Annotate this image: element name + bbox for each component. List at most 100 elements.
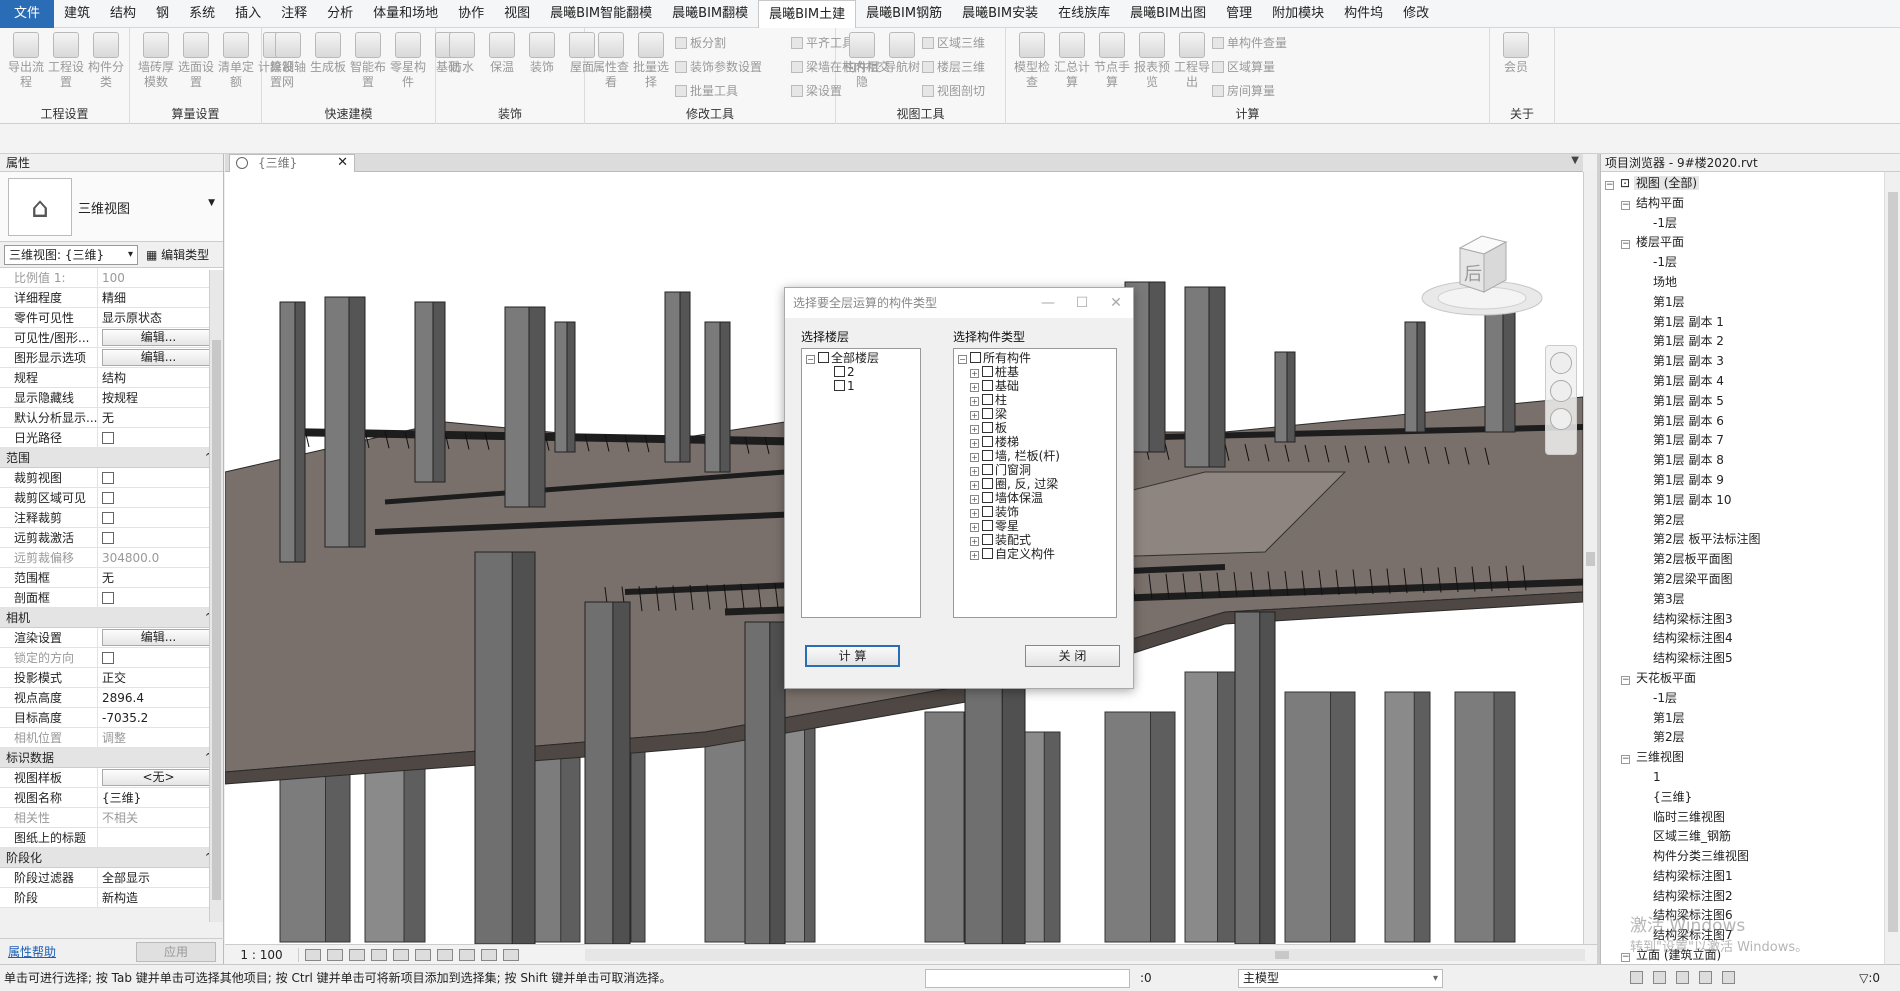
ribbon-button-6-0[interactable]: 模型检查: [1012, 32, 1052, 90]
menu-item-8[interactable]: 体量和场地: [363, 0, 448, 28]
scrollbar-thumb[interactable]: [1586, 552, 1595, 566]
properties-help-link[interactable]: 属性帮助: [8, 943, 56, 960]
property-value[interactable]: 正交: [98, 668, 223, 687]
ribbon-button-1-1[interactable]: 选面设置: [176, 32, 216, 90]
collapse-icon[interactable]: −: [1621, 675, 1630, 685]
tree-checkbox[interactable]: [982, 464, 993, 475]
browser-node[interactable]: {三维}: [1601, 788, 1900, 808]
property-category[interactable]: 阶段化: [0, 848, 223, 868]
menu-item-10[interactable]: 视图: [494, 0, 540, 28]
scrollbar-thumb[interactable]: [1888, 192, 1898, 932]
property-category[interactable]: 相机: [0, 608, 223, 628]
ribbon-button-5-1[interactable]: 导航树: [882, 32, 922, 75]
collapse-icon[interactable]: −: [1605, 181, 1614, 190]
property-value[interactable]: [98, 488, 223, 507]
property-checkbox[interactable]: [102, 472, 114, 484]
tree-node[interactable]: + 基础: [958, 379, 1116, 393]
ribbon-button-2-3[interactable]: 零星构件: [388, 32, 428, 90]
chevron-down-icon[interactable]: ▼: [208, 198, 215, 208]
filter-count[interactable]: ▽:0: [1859, 965, 1880, 991]
browser-node[interactable]: − 天花板平面: [1601, 669, 1900, 689]
expand-icon[interactable]: +: [970, 411, 979, 420]
menu-item-6[interactable]: 注释: [271, 0, 317, 28]
property-value[interactable]: 显示原状态: [98, 308, 223, 327]
properties-scrollbar[interactable]: [209, 270, 223, 922]
menu-item-19[interactable]: 附加模块: [1262, 0, 1334, 28]
unlock-3d-icon[interactable]: [437, 948, 453, 961]
browser-node[interactable]: 结构梁标注图1: [1601, 867, 1900, 887]
tree-node[interactable]: + 柱: [958, 393, 1116, 407]
tree-node[interactable]: + 装饰: [958, 505, 1116, 519]
browser-node[interactable]: − 三维视图: [1601, 748, 1900, 768]
ribbon-button-2-2[interactable]: 智能布置: [348, 32, 388, 90]
browser-node[interactable]: 第2层梁平面图: [1601, 570, 1900, 590]
apply-button[interactable]: 应用: [136, 941, 216, 962]
property-value[interactable]: -7035.2: [98, 708, 223, 727]
ribbon-button-3-0[interactable]: 防水: [442, 32, 482, 75]
menu-item-20[interactable]: 构件坞: [1334, 0, 1393, 28]
ribbon-button-6-2[interactable]: 节点手算: [1092, 32, 1132, 90]
detail-level-icon[interactable]: [305, 948, 321, 961]
expand-icon[interactable]: +: [970, 439, 979, 448]
close-icon[interactable]: ✕: [1101, 288, 1131, 318]
expand-icon[interactable]: +: [970, 453, 979, 462]
expand-icon[interactable]: −: [806, 355, 815, 364]
ribbon-button-6-3[interactable]: 报表预览: [1132, 32, 1172, 90]
crop-view-icon[interactable]: [393, 948, 409, 961]
navbar-options-icon[interactable]: [1550, 408, 1572, 430]
property-value[interactable]: {三维}: [98, 788, 223, 807]
ribbon-button-1-0[interactable]: 墙砖厚模数: [136, 32, 176, 90]
tree-node[interactable]: − 全部楼层: [806, 351, 920, 365]
browser-node[interactable]: 第1层 副本 9: [1601, 471, 1900, 491]
workset-select[interactable]: [925, 969, 1130, 988]
browser-node[interactable]: − ⊡ 视图 (全部): [1601, 174, 1900, 194]
tree-checkbox[interactable]: [982, 408, 993, 419]
menu-item-3[interactable]: 钢: [146, 0, 179, 28]
collapse-icon[interactable]: −: [1621, 755, 1630, 765]
property-value[interactable]: 无: [98, 408, 223, 427]
viewport-vertical-scrollbar[interactable]: [1583, 172, 1597, 944]
browser-node[interactable]: 第1层 副本 7: [1601, 431, 1900, 451]
scrollbar-thumb[interactable]: [212, 340, 221, 900]
menu-item-12[interactable]: 晨曦BIM翻模: [662, 0, 758, 28]
menu-item-1[interactable]: 建筑: [54, 0, 100, 28]
tree-checkbox[interactable]: [982, 380, 993, 391]
shadows-icon[interactable]: [371, 948, 387, 961]
ribbon-button-3-1[interactable]: 保温: [482, 32, 522, 75]
browser-node[interactable]: 第1层 副本 1: [1601, 313, 1900, 333]
tree-checkbox[interactable]: [982, 366, 993, 377]
ribbon-button-7-0[interactable]: 会员: [1496, 32, 1536, 75]
browser-node[interactable]: 结构梁标注图2: [1601, 887, 1900, 907]
collapse-icon[interactable]: −: [1621, 200, 1630, 210]
viewcube-face-label[interactable]: 后: [1462, 260, 1484, 286]
tree-node[interactable]: + 桩基: [958, 365, 1116, 379]
property-value[interactable]: 2896.4: [98, 688, 223, 707]
select-by-face-icon[interactable]: [1699, 971, 1712, 984]
tree-checkbox[interactable]: [818, 352, 829, 363]
view-scale[interactable]: 1 : 100: [225, 947, 299, 962]
ribbon-button-0-2[interactable]: 构件分类: [86, 32, 126, 90]
ribbon-small-button-4-0[interactable]: 板分割: [675, 34, 726, 52]
property-checkbox[interactable]: [102, 432, 114, 444]
drag-on-selection-icon[interactable]: [1722, 971, 1735, 984]
browser-node[interactable]: -1层: [1601, 253, 1900, 273]
zoom-icon[interactable]: [1550, 380, 1572, 402]
browser-node[interactable]: 第1层: [1601, 293, 1900, 313]
expand-icon[interactable]: +: [970, 369, 979, 378]
expand-icon[interactable]: +: [970, 509, 979, 518]
property-value[interactable]: <无>: [98, 768, 223, 787]
ribbon-button-6-1[interactable]: 汇总计算: [1052, 32, 1092, 90]
property-value[interactable]: [98, 588, 223, 607]
property-value[interactable]: 编辑...: [98, 628, 223, 647]
browser-node[interactable]: -1层: [1601, 689, 1900, 709]
browser-node[interactable]: − 楼层平面: [1601, 233, 1900, 253]
browser-node[interactable]: 第1层 副本 3: [1601, 352, 1900, 372]
expand-icon[interactable]: −: [958, 355, 967, 364]
tree-checkbox[interactable]: [834, 366, 845, 377]
property-value[interactable]: 全部显示: [98, 868, 223, 887]
tree-checkbox[interactable]: [982, 506, 993, 517]
tree-checkbox[interactable]: [982, 436, 993, 447]
select-pinned-icon[interactable]: [1676, 971, 1689, 984]
property-checkbox[interactable]: [102, 532, 114, 544]
ribbon-small-button-4-1[interactable]: 装饰参数设置: [675, 58, 762, 76]
